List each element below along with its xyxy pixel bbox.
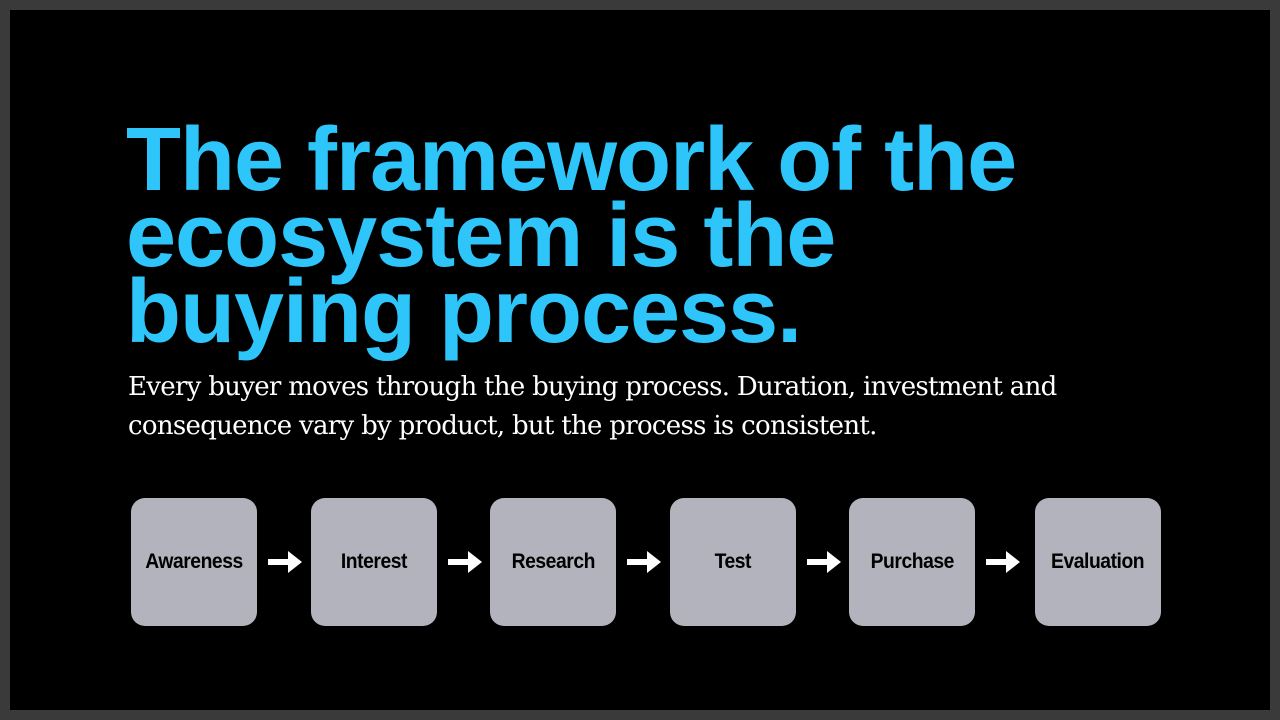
arrow-right-icon xyxy=(986,551,1020,573)
slide-title: The framework of the ecosystem is the bu… xyxy=(126,115,1226,362)
step-interest: Interest xyxy=(311,498,437,626)
step-evaluation: Evaluation xyxy=(1035,498,1161,626)
step-label: Test xyxy=(714,550,752,573)
slide: The framework of the ecosystem is the bu… xyxy=(10,10,1270,710)
step-label: Awareness xyxy=(145,550,243,573)
arrow-right-icon xyxy=(807,551,841,573)
arrow-right-icon xyxy=(448,551,482,573)
step-label: Purchase xyxy=(870,550,954,573)
buying-process-flow: Awareness Interest Research Test Purchas… xyxy=(131,498,1171,626)
arrow-right-icon xyxy=(268,551,302,573)
step-awareness: Awareness xyxy=(131,498,257,626)
step-purchase: Purchase xyxy=(849,498,975,626)
slide-title-line-3: buying process. xyxy=(126,262,802,362)
step-research: Research xyxy=(490,498,616,626)
step-label: Evaluation xyxy=(1051,550,1145,573)
presentation-frame: The framework of the ecosystem is the bu… xyxy=(0,0,1280,720)
slide-subtitle: Every buyer moves through the buying pro… xyxy=(128,372,1057,441)
step-label: Research xyxy=(511,550,595,573)
step-label: Interest xyxy=(340,550,408,573)
arrow-right-icon xyxy=(627,551,661,573)
step-test: Test xyxy=(670,498,796,626)
